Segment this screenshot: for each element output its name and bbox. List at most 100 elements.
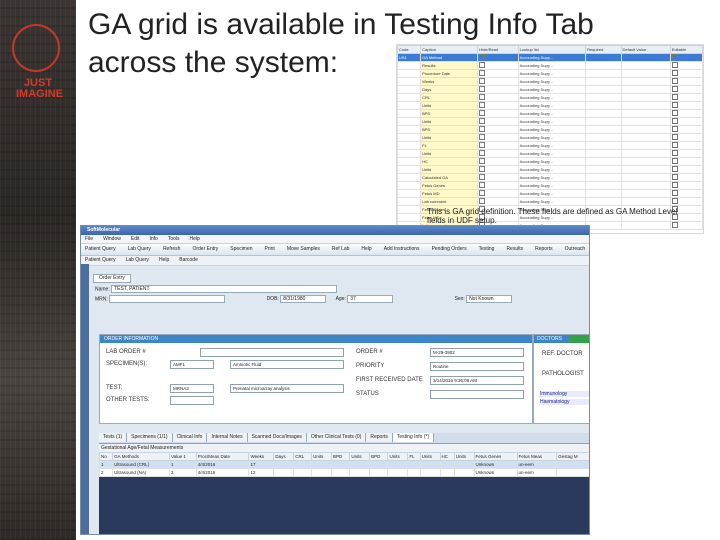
ga-measurements-column-header[interactable]: Proc/Meas Date xyxy=(195,452,250,461)
ga-measurements-column-header[interactable]: BPD xyxy=(369,452,389,461)
ga-grid-column-header[interactable]: Code xyxy=(396,45,422,54)
toolbar-button[interactable]: Specimen xyxy=(230,246,252,252)
toolbar-button[interactable]: Pending Orders xyxy=(432,246,467,252)
checkbox[interactable] xyxy=(671,62,678,68)
checkbox[interactable] xyxy=(479,142,486,148)
other-tests-input[interactable] xyxy=(170,396,214,405)
table-row[interactable]: 1 Ultrasound (CRL) 1 4/4/2016 17 Unknown un-ee… xyxy=(98,460,589,469)
specimen-code-input[interactable]: AMF1 xyxy=(170,360,214,369)
toolbar-button[interactable]: Lab Query xyxy=(128,246,151,252)
checkbox[interactable] xyxy=(671,54,678,60)
menu-item[interactable]: Edit xyxy=(131,236,140,242)
menu-item[interactable]: File xyxy=(85,236,93,242)
toolbar-button[interactable]: Ref Lab xyxy=(332,246,350,252)
ga-measurements-column-header[interactable]: Fetus Genes xyxy=(473,452,518,461)
checkbox[interactable] xyxy=(671,78,678,84)
ga-grid-row[interactable]: Results Accounting Supp... xyxy=(396,61,704,70)
checkbox[interactable] xyxy=(671,158,678,164)
checkbox[interactable] xyxy=(479,166,486,172)
ga-measurements-column-header[interactable]: Units xyxy=(419,452,441,461)
checkbox[interactable] xyxy=(479,86,486,92)
checkbox[interactable] xyxy=(671,110,678,116)
checkbox[interactable] xyxy=(671,86,678,92)
secondary-toolbar-button[interactable]: Lab Query xyxy=(126,257,149,263)
ga-measurements-column-header[interactable]: Gestag M xyxy=(556,452,589,461)
side-nav-bar[interactable] xyxy=(81,264,89,534)
ga-grid-column-header[interactable]: Required xyxy=(585,45,622,54)
secondary-toolbar-button[interactable]: Patient Query xyxy=(85,257,116,263)
ga-measurements-column-header[interactable]: FL xyxy=(407,452,421,461)
checkbox[interactable] xyxy=(671,174,678,180)
ga-grid-row[interactable]: Units Accounting Supp... xyxy=(396,165,704,174)
ga-measurements-column-header[interactable]: No xyxy=(98,452,114,461)
mrn-field[interactable] xyxy=(109,295,226,303)
age-field[interactable]: 37 xyxy=(347,295,394,303)
checkbox[interactable] xyxy=(671,94,678,100)
sex-field[interactable]: Not Known xyxy=(466,295,513,303)
ga-measurements-column-header[interactable]: BPD xyxy=(330,452,351,461)
department-haematology[interactable]: Haematology xyxy=(540,399,589,405)
checkbox[interactable] xyxy=(479,182,486,188)
ga-grid-row[interactable]: Calculated GA Accounting Supp... xyxy=(396,173,704,182)
detail-tab[interactable]: Specimens (1/1) xyxy=(127,433,173,442)
ga-grid-row[interactable]: Lab comment Accounting Supp... xyxy=(396,197,704,206)
menu-item[interactable]: Window xyxy=(103,236,121,242)
toolbar-button[interactable]: Results xyxy=(506,246,523,252)
ga-grid-row[interactable]: Fetus MD Accounting Supp... xyxy=(396,189,704,198)
detail-tab[interactable]: Clinical Info xyxy=(172,433,208,442)
checkbox[interactable] xyxy=(671,118,678,124)
checkbox[interactable] xyxy=(479,78,486,84)
toolbar-button[interactable]: Add Instructions xyxy=(384,246,420,252)
ga-grid-column-header[interactable]: Hide/Read xyxy=(477,45,519,54)
checkbox[interactable] xyxy=(479,126,486,132)
ga-measurements-column-header[interactable]: Units xyxy=(453,452,475,461)
menu-item[interactable]: Help xyxy=(190,236,200,242)
checkbox[interactable] xyxy=(479,198,486,204)
status-field[interactable] xyxy=(430,390,524,399)
secondary-toolbar-button[interactable]: Barcode xyxy=(179,257,198,263)
checkbox[interactable] xyxy=(479,174,486,180)
priority-select[interactable]: Routine xyxy=(430,362,524,371)
ga-grid-row[interactable]: Units Accounting Supp... xyxy=(396,149,704,158)
ga-grid-row[interactable]: US1 GA Method Accounting Supp... xyxy=(396,53,704,62)
checkbox[interactable] xyxy=(479,150,486,156)
secondary-toolbar-button[interactable]: Help xyxy=(159,257,169,263)
checkbox[interactable] xyxy=(671,126,678,132)
ga-grid-row[interactable]: Units Accounting Supp... xyxy=(396,117,704,126)
ga-grid-column-header[interactable]: Editable xyxy=(669,45,704,54)
checkbox[interactable] xyxy=(479,158,486,164)
dob-field[interactable]: 8/31/1980 xyxy=(280,295,327,303)
detail-tab[interactable]: Reports xyxy=(366,433,393,442)
checkbox[interactable] xyxy=(671,182,678,188)
checkbox[interactable] xyxy=(671,150,678,156)
toolbar-button[interactable]: Refresh xyxy=(163,246,181,252)
ga-measurements-column-header[interactable]: Value 1 xyxy=(168,452,197,461)
patient-name-field[interactable]: TEST, PATIENT xyxy=(111,285,338,293)
table-row[interactable]: 2 Ultrasound (NA) 2 4/4/2016 12 Unknown un-eem xyxy=(98,468,589,477)
ga-measurements-column-header[interactable]: Units xyxy=(349,452,371,461)
detail-tab[interactable]: Other Clinical Tests (0) xyxy=(306,433,367,442)
test-code-input[interactable]: MRNA3 xyxy=(170,384,214,393)
checkbox[interactable] xyxy=(479,70,486,76)
toolbar-button[interactable]: Outreach xyxy=(565,246,586,252)
detail-tab[interactable]: Testing Info (*) xyxy=(392,433,435,442)
toolbar-button[interactable]: Help xyxy=(361,246,371,252)
toolbar-button[interactable]: Print xyxy=(265,246,275,252)
toolbar-button[interactable]: Patient Query xyxy=(85,246,116,252)
checkbox[interactable] xyxy=(671,142,678,148)
checkbox[interactable] xyxy=(671,102,678,108)
ga-grid-column-header[interactable]: Caption xyxy=(420,45,479,54)
checkbox[interactable] xyxy=(479,94,486,100)
toolbar-button[interactable]: Reports xyxy=(535,246,553,252)
toolbar-button[interactable]: Order Entry xyxy=(192,246,218,252)
ga-measurements-column-header[interactable]: CRL xyxy=(293,452,313,461)
ga-measurements-column-header[interactable]: GA Methods xyxy=(112,452,170,461)
ga-grid-row[interactable]: CRL Accounting Supp... xyxy=(396,93,704,102)
ga-measurements-column-header[interactable]: HC xyxy=(439,452,455,461)
detail-tab[interactable]: Tests (1) xyxy=(99,433,128,442)
toolbar-button[interactable]: Testing xyxy=(479,246,495,252)
ga-grid-row[interactable]: Days Accounting Supp... xyxy=(396,85,704,94)
tab-order-entry[interactable]: Order Entry xyxy=(93,274,131,283)
checkbox[interactable] xyxy=(479,190,486,196)
ga-measurements-column-header[interactable]: Units xyxy=(387,452,409,461)
